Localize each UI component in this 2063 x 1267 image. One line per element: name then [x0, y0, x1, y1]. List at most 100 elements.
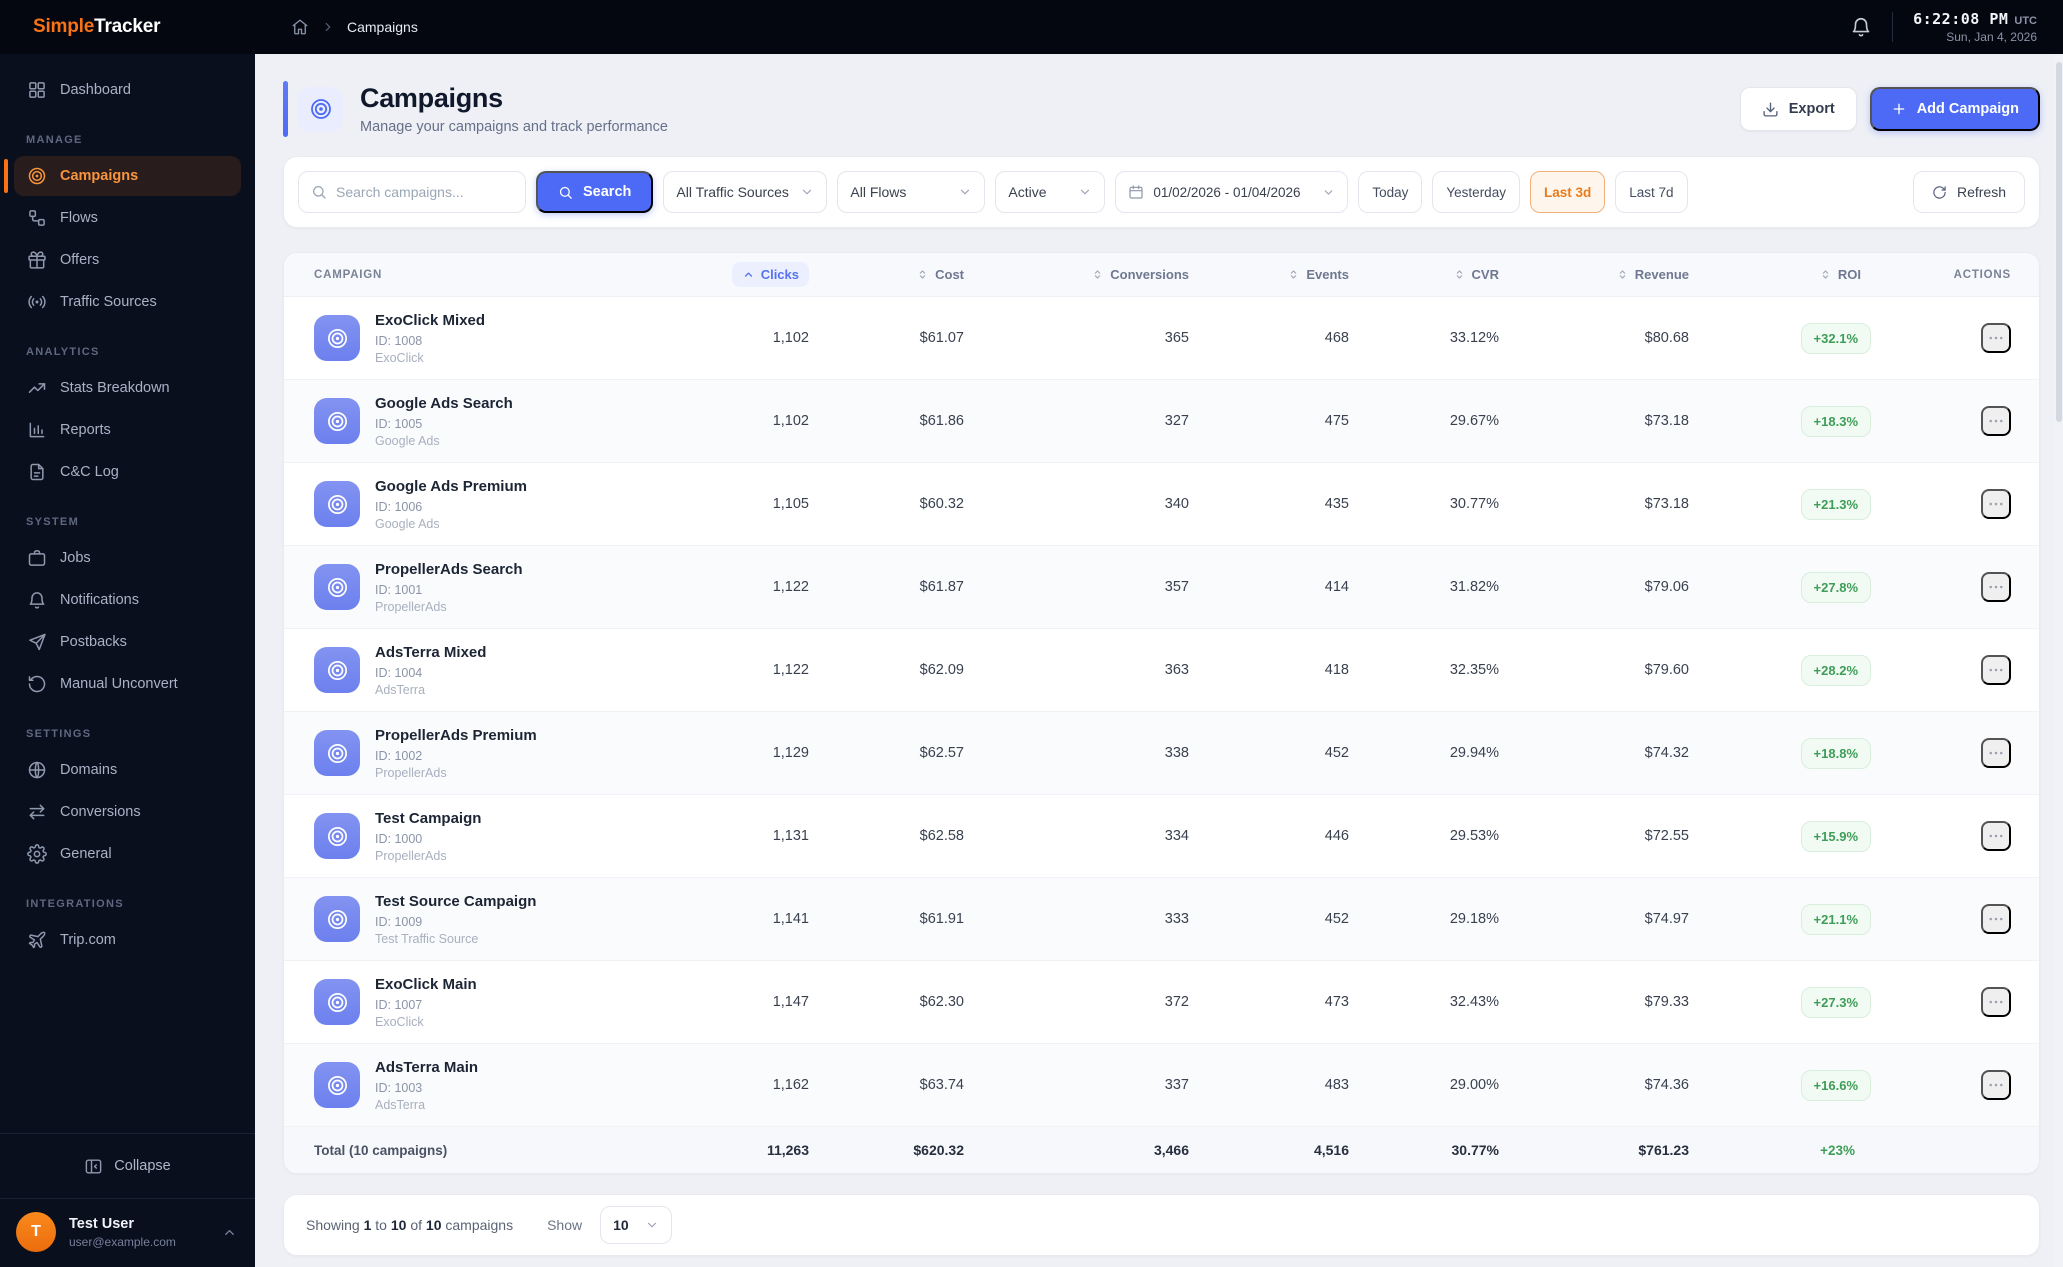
row-actions-button[interactable]	[1981, 655, 2011, 685]
download-icon	[1762, 101, 1779, 118]
sidebar-item-label: C&C Log	[60, 464, 119, 480]
column-header-conversions[interactable]: Conversions	[964, 267, 1189, 282]
sidebar-item-conversions[interactable]: Conversions	[14, 792, 241, 832]
breadcrumb-current: Campaigns	[347, 19, 418, 35]
flows-select[interactable]: All Flows	[837, 171, 986, 213]
sidebar-item-postbacks[interactable]: Postbacks	[14, 622, 241, 662]
sort-control-clicks[interactable]: Clicks	[731, 262, 809, 287]
sidebar-item-manual-unconvert[interactable]: Manual Unconvert	[14, 664, 241, 704]
campaign-target-icon	[314, 398, 360, 444]
status-select[interactable]: Active	[995, 171, 1106, 213]
user-menu[interactable]: T Test User user@example.com	[0, 1198, 255, 1267]
row-actions-button[interactable]	[1981, 738, 2011, 768]
refresh-button[interactable]: Refresh	[1912, 171, 2025, 213]
row-actions-button[interactable]	[1981, 1070, 2011, 1100]
sidebar-item-jobs[interactable]: Jobs	[14, 538, 241, 578]
column-label: Events	[1306, 267, 1349, 282]
sidebar-item-traffic-sources[interactable]: Traffic Sources	[14, 282, 241, 322]
table-row: AdsTerra Mixed ID: 1004 AdsTerra 1,122 $62.0…	[284, 629, 2039, 712]
cell-roi: +15.9%	[1689, 820, 1889, 852]
campaign-name: Google Ads Search	[375, 394, 513, 412]
export-button[interactable]: Export	[1739, 87, 1857, 131]
notifications-bell-icon[interactable]	[1850, 16, 1872, 38]
scrollbar-thumb[interactable]	[2055, 62, 2062, 422]
sort-control-cvr[interactable]: CVR	[1453, 267, 1499, 282]
table-row: PropellerAds Premium ID: 1002 PropellerAds…	[284, 712, 2039, 795]
sort-control-conversions[interactable]: Conversions	[1091, 267, 1189, 282]
cell-cost: $61.86	[919, 413, 964, 429]
column-header-roi[interactable]: ROI	[1689, 267, 1889, 282]
cell-cvr: 30.77%	[1449, 496, 1499, 512]
cell-events: 473	[1324, 994, 1349, 1010]
column-header-cvr[interactable]: CVR	[1349, 267, 1499, 282]
row-actions-button[interactable]	[1981, 489, 2011, 519]
row-actions-button[interactable]	[1981, 572, 2011, 602]
sidebar-item-label: Reports	[60, 422, 111, 438]
sort-control-events[interactable]: Events	[1287, 267, 1349, 282]
sort-control-revenue[interactable]: Revenue	[1616, 267, 1689, 282]
search-input[interactable]	[336, 184, 513, 200]
rotate-icon	[27, 674, 47, 694]
row-actions-button[interactable]	[1981, 406, 2011, 436]
column-header-revenue[interactable]: Revenue	[1499, 267, 1689, 282]
row-actions-button[interactable]	[1981, 323, 2011, 353]
campaign-name: PropellerAds Search	[375, 560, 523, 578]
sidebar: Dashboard MANAGE Campaigns Flows Offers Traff…	[0, 54, 255, 1267]
cell-cvr: 29.53%	[1449, 828, 1499, 844]
app-logo[interactable]: SimpleTracker	[33, 16, 161, 37]
send-icon	[27, 632, 47, 652]
traffic-sources-select[interactable]: All Traffic Sources	[663, 171, 828, 213]
quick-range-yesterday[interactable]: Yesterday	[1432, 171, 1520, 213]
total-roi: +23%	[1820, 1142, 1855, 1158]
home-icon[interactable]	[291, 18, 309, 36]
cell-actions	[1889, 323, 2011, 353]
column-header-events[interactable]: Events	[1189, 267, 1349, 282]
page-scrollbar[interactable]	[2054, 54, 2063, 1267]
table-row: PropellerAds Search ID: 1001 PropellerAds 1…	[284, 546, 2039, 629]
row-actions-button[interactable]	[1981, 987, 2011, 1017]
sort-control-roi[interactable]: ROI	[1819, 267, 1861, 282]
sidebar-item-offers[interactable]: Offers	[14, 240, 241, 280]
briefcase-icon	[27, 548, 47, 568]
campaign-target-icon	[314, 730, 360, 776]
campaign-name: Test Campaign	[375, 809, 482, 827]
cell-roi: +18.8%	[1689, 737, 1889, 769]
accent-bar	[283, 81, 288, 137]
row-actions-button[interactable]	[1981, 821, 2011, 851]
add-campaign-button[interactable]: Add Campaign	[1869, 87, 2040, 131]
quick-range-last-7d[interactable]: Last 7d	[1615, 171, 1688, 213]
campaign-source: ExoClick	[375, 350, 424, 365]
sidebar-item-dashboard[interactable]: Dashboard	[14, 70, 241, 110]
sidebar-item-campaigns[interactable]: Campaigns	[4, 156, 241, 196]
chevron-down-icon	[800, 185, 814, 199]
search-button[interactable]: Search	[536, 171, 654, 213]
column-header-cost[interactable]: Cost	[809, 267, 964, 282]
sidebar-item-reports[interactable]: Reports	[14, 410, 241, 450]
total-cvr: 30.77%	[1451, 1142, 1499, 1158]
quick-range-today[interactable]: Today	[1358, 171, 1423, 213]
date-range-picker[interactable]: 01/02/2026 - 01/04/2026	[1115, 171, 1349, 213]
sidebar-item-flows[interactable]: Flows	[14, 198, 241, 238]
quick-range-last-3d[interactable]: Last 3d	[1529, 171, 1606, 213]
collapse-sidebar-button[interactable]: Collapse	[14, 1146, 241, 1186]
sidebar-item-trip-com[interactable]: Trip.com	[14, 920, 241, 960]
cell-cost: $61.07	[919, 330, 964, 346]
cell-campaign: Google Ads Search ID: 1005 Google Ads	[314, 395, 564, 448]
row-actions-button[interactable]	[1981, 904, 2011, 934]
column-label: CAMPAIGN	[314, 268, 383, 281]
column-header-clicks[interactable]: Clicks	[564, 262, 809, 287]
sidebar-item-notifications[interactable]: Notifications	[14, 580, 241, 620]
sort-control-cost[interactable]: Cost	[916, 267, 964, 282]
campaign-id: ID: 1000	[375, 831, 423, 846]
sidebar-item-general[interactable]: General	[14, 834, 241, 874]
sidebar-item-stats-breakdown[interactable]: Stats Breakdown	[14, 368, 241, 408]
sidebar-item-domains[interactable]: Domains	[14, 750, 241, 790]
roi-badge: +18.3%	[1800, 405, 1871, 437]
cell-revenue: $73.18	[1644, 413, 1689, 429]
page-title: Campaigns	[360, 83, 503, 113]
table-body: ExoClick Mixed ID: 1008 ExoClick 1,102 $61.0…	[284, 297, 2039, 1127]
topbar: SimpleTracker Campaigns 6:22:08 PM UTC S…	[0, 0, 2063, 54]
sidebar-item-cc-log[interactable]: C&C Log	[14, 452, 241, 492]
page-size-select[interactable]: 10	[600, 1206, 673, 1244]
page-subtitle: Manage your campaigns and track performa…	[360, 119, 668, 135]
